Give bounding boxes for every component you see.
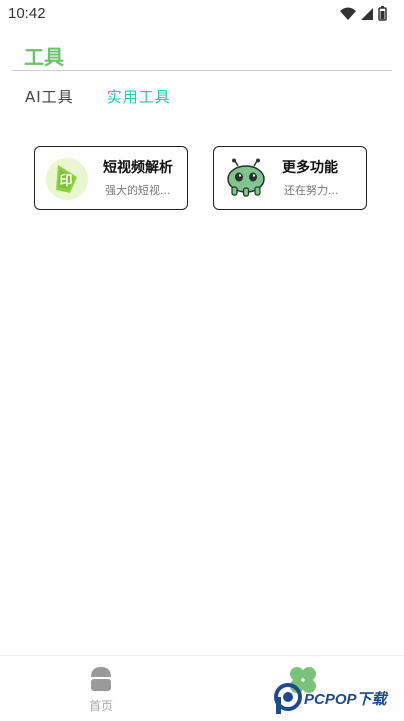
card-video-parse[interactable]: 印 短视频解析 强大的短视...	[34, 146, 188, 210]
status-time: 10:42	[8, 5, 46, 22]
tab-bar: AI工具 实用工具	[25, 86, 199, 110]
video-parse-icon-glyph: 印	[59, 174, 72, 189]
home-icon	[88, 665, 114, 697]
card-subtitle: 强大的短视...	[105, 184, 171, 197]
card-title: 短视频解析	[103, 160, 173, 176]
video-parse-icon: 印	[45, 157, 89, 201]
status-bar: 10:42	[0, 0, 404, 28]
wifi-icon	[340, 7, 356, 20]
header: 工具	[12, 40, 392, 71]
page-title: 工具	[24, 45, 64, 69]
tab-ai-tools[interactable]: AI工具	[25, 86, 74, 107]
card-more-features[interactable]: 更多功能 还在努力...	[213, 146, 367, 210]
nav-item-home[interactable]: 首页	[0, 656, 202, 721]
signal-icon	[361, 8, 373, 20]
pcpop-watermark: PCPOP下载	[274, 683, 398, 715]
pcpop-logo	[274, 683, 302, 714]
tab-utility-tools[interactable]: 实用工具	[107, 86, 171, 107]
status-icons	[338, 5, 394, 23]
watermark-text: PCPOP下载	[304, 691, 387, 708]
nav-label-home: 首页	[88, 699, 113, 713]
card-title: 更多功能	[282, 160, 338, 176]
battery-icon	[378, 6, 387, 21]
card-subtitle: 还在努力...	[284, 184, 339, 197]
robot-icon	[224, 157, 268, 201]
